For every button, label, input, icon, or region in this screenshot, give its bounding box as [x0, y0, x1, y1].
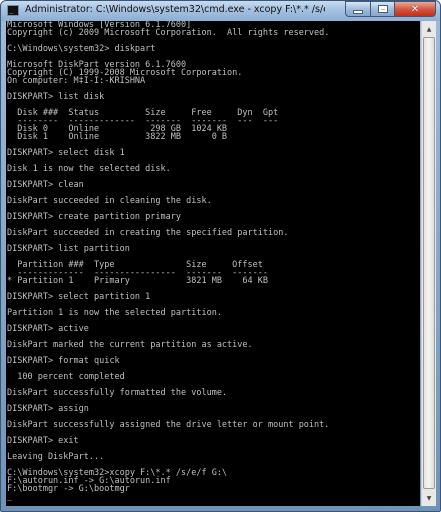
console-line: DiskPart succeeded in creating the speci… — [7, 228, 289, 238]
window-title: Administrator: C:\Windows\system32\cmd.e… — [25, 4, 325, 15]
console-line: On computer: M‡I-I:-KRISHNA — [7, 76, 146, 86]
cmd-console-icon[interactable]: _ — [7, 5, 19, 16]
console-line: C:\Windows\system32> diskpart — [7, 44, 156, 54]
console-line: DISKPART> assign — [7, 404, 89, 414]
console-line: DISKPART> select disk 1 — [7, 148, 125, 158]
scroll-up-arrow-icon[interactable]: ▲ — [423, 22, 435, 36]
console-line: Disk 1 is now the selected disk. — [7, 164, 171, 174]
console-line: DISKPART> format quick — [7, 356, 120, 366]
scroll-thumb[interactable] — [423, 37, 435, 489]
cmd-window: _ Administrator: C:\Windows\system32\cmd… — [0, 0, 441, 512]
console-line: DiskPart successfully assigned the drive… — [7, 420, 330, 430]
console-line: F:\bootmgr -> G:\bootmgr — [7, 484, 130, 494]
vertical-scrollbar[interactable]: ▲ ▼ — [421, 21, 436, 506]
console-line: DiskPart successfully formatted the volu… — [7, 388, 228, 398]
console-line: Leaving DiskPart... — [7, 452, 105, 462]
caption-buttons: ✕ — [345, 1, 436, 18]
close-icon: ✕ — [410, 3, 420, 15]
scroll-down-arrow-icon[interactable]: ▼ — [423, 491, 435, 505]
close-button[interactable]: ✕ — [394, 1, 436, 17]
console-text: Microsoft Windows [Version 6.1.7600] Copy… — [6, 21, 420, 501]
console-line: DISKPART> select partition 1 — [7, 292, 151, 302]
console-line: _ — [7, 492, 13, 502]
console-line: DISKPART> list partition — [7, 244, 130, 254]
minimize-button[interactable] — [345, 1, 370, 17]
console-line: DiskPart succeeded in cleaning the disk. — [7, 196, 212, 206]
console-line: DISKPART> create partition primary — [7, 212, 181, 222]
title-bar[interactable]: _ Administrator: C:\Windows\system32\cmd… — [1, 1, 440, 21]
console-line: Partition 1 is now the selected partitio… — [7, 308, 222, 318]
console-line: DISKPART> clean — [7, 180, 84, 190]
console-line: Disk 1 Online 3822 MB 0 B — [7, 132, 228, 142]
console-line: DISKPART> list disk — [7, 92, 105, 102]
console-line: * Partition 1 Primary 3821 MB 64 KB — [7, 276, 268, 286]
maximize-button[interactable] — [370, 1, 394, 17]
console-line: 100 percent completed — [7, 372, 125, 382]
console-line: DiskPart marked the current partition as… — [7, 340, 253, 350]
console-output[interactable]: Microsoft Windows [Version 6.1.7600] Copy… — [6, 21, 420, 506]
console-line: DISKPART> active — [7, 324, 89, 334]
minimize-icon — [353, 9, 363, 14]
maximize-icon — [378, 6, 387, 12]
console-line: DISKPART> exit — [7, 436, 79, 446]
console-line: Copyright (c) 2009 Microsoft Corporation… — [7, 28, 330, 38]
